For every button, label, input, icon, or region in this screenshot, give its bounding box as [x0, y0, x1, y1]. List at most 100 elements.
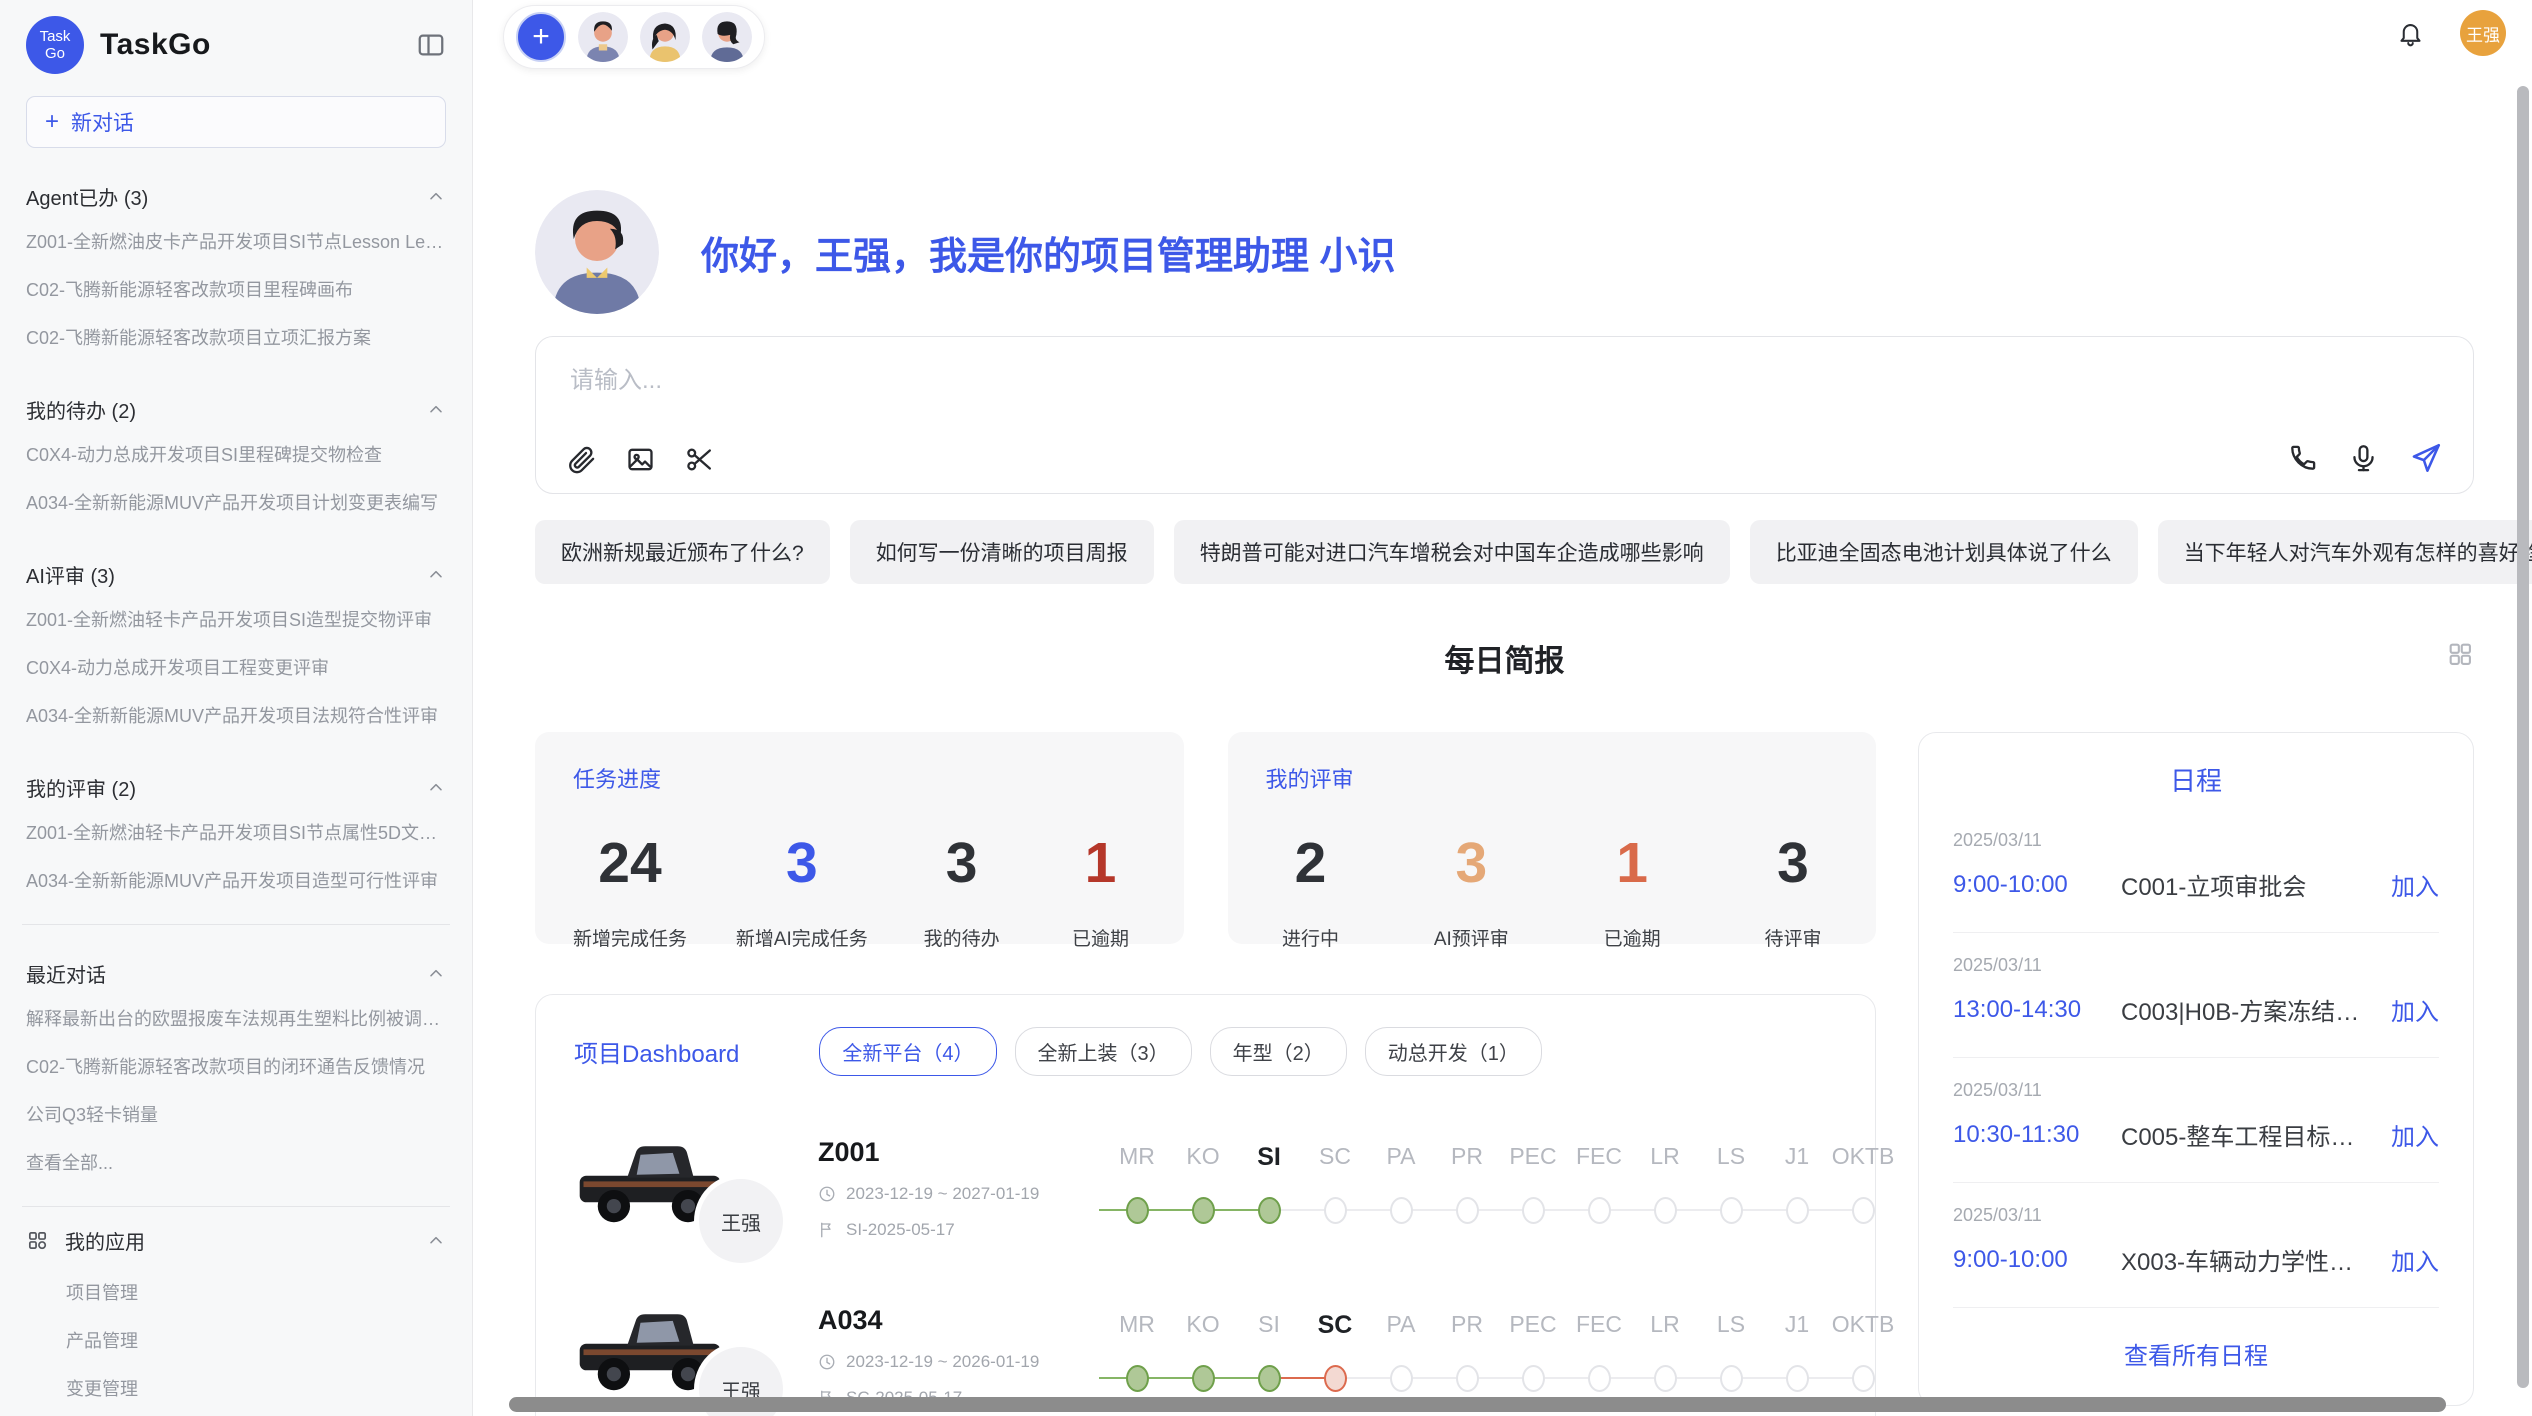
view-all-apps-link[interactable]: 查看全部... — [26, 1412, 446, 1416]
filter-tab[interactable]: 年型（2） — [1210, 1027, 1347, 1076]
section-my-todo[interactable]: 我的待办 (2) — [26, 395, 446, 424]
chat-item[interactable]: Z001-全新燃油轻卡产品开发项目SI造型提交物评审 — [26, 595, 446, 643]
suggestion-chip[interactable]: 比亚迪全固态电池计划具体说了什么 — [1750, 520, 2138, 584]
chat-item[interactable]: 公司Q3轻卡销量 — [26, 1090, 446, 1138]
chat-item[interactable]: A034-全新新能源MUV产品开发项目造型可行性评审 — [26, 856, 446, 904]
app-link-product-mgmt[interactable]: 产品管理 — [26, 1316, 446, 1364]
chevron-up-icon[interactable] — [426, 565, 446, 585]
chat-item[interactable]: A034-全新新能源MUV产品开发项目计划变更表编写 — [26, 478, 446, 526]
chat-item[interactable]: C0X4-动力总成开发项目工程变更评审 — [26, 643, 446, 691]
milestone-dot — [1390, 1365, 1413, 1392]
join-meeting-link[interactable]: 加入 — [2391, 1242, 2439, 1277]
stat-pending-review: 3 待评审 — [1748, 830, 1838, 951]
avatar[interactable] — [702, 12, 752, 62]
conversation-avatars-bar: + — [503, 5, 765, 69]
horizontal-scrollbar[interactable] — [509, 1397, 2446, 1412]
milestone-dot — [1522, 1365, 1545, 1392]
chat-item[interactable]: C02-飞腾新能源轻客改款项目立项汇报方案 — [26, 313, 446, 361]
image-icon[interactable] — [625, 444, 656, 475]
dashboard-filters: 全新平台（4） 全新上装（3） 年型（2） 动总开发（1） — [819, 1027, 1542, 1076]
project-owner-badge: 王强 — [694, 1174, 788, 1268]
phone-icon[interactable] — [2287, 443, 2318, 474]
schedule-card: 日程 2025/03/11 9:00-10:00 C001-立项审批会 加入 2… — [1918, 732, 2474, 1406]
section-my-review[interactable]: 我的评审 (2) — [26, 773, 446, 802]
milestone-dot — [1456, 1197, 1479, 1224]
stat-new-ai-done: 3 新增AI完成任务 — [736, 830, 868, 951]
join-meeting-link[interactable]: 加入 — [2391, 1117, 2439, 1152]
schedule-event-title: X003-车辆动力学性能验... — [2121, 1242, 2375, 1277]
milestone: LS — [1698, 1143, 1764, 1224]
chevron-up-icon[interactable] — [426, 1231, 446, 1251]
sidebar-collapse-icon[interactable] — [416, 30, 446, 60]
schedule-item: 2025/03/11 13:00-14:30 C003|H0B-方案冻结评审 加… — [1953, 933, 2439, 1058]
new-chat-label: 新对话 — [71, 107, 134, 137]
notification-bell-icon[interactable] — [2397, 20, 2424, 47]
schedule-event-title: C001-立项审批会 — [2121, 867, 2375, 902]
milestone-dot — [1192, 1365, 1215, 1392]
app-link-project-mgmt[interactable]: 项目管理 — [26, 1268, 446, 1316]
milestone: PR — [1434, 1143, 1500, 1224]
card-title: 我的评审 — [1266, 762, 1839, 794]
milestone-dot — [1852, 1365, 1875, 1392]
app-link-change-mgmt[interactable]: 变更管理 — [26, 1364, 446, 1412]
filter-tab[interactable]: 动总开发（1） — [1365, 1027, 1542, 1076]
chevron-up-icon[interactable] — [426, 400, 446, 420]
scissors-icon[interactable] — [684, 444, 715, 475]
chevron-up-icon[interactable] — [426, 778, 446, 798]
schedule-time: 9:00-10:00 — [1953, 871, 2121, 899]
suggestion-chip[interactable]: 如何写一份清晰的项目周报 — [850, 520, 1154, 584]
logo-line-2: Go — [45, 45, 65, 62]
chat-item[interactable]: Z001-全新燃油皮卡产品开发项目SI节点Lesson Learn报告 — [26, 217, 446, 265]
view-all-chats-link[interactable]: 查看全部... — [26, 1138, 446, 1186]
truck-photo: 王强 — [574, 1132, 726, 1244]
chat-item[interactable]: C02-飞腾新能源轻客改款项目里程碑画布 — [26, 265, 446, 313]
milestone: OKTB — [1830, 1311, 1896, 1392]
chat-item[interactable]: Z001-全新燃油轻卡产品开发项目SI节点属性5D文件评审 — [26, 808, 446, 856]
chat-item[interactable]: A034-全新新能源MUV产品开发项目法规符合性评审 — [26, 691, 446, 739]
chat-item[interactable]: C0X4-动力总成开发项目SI里程碑提交物检查 — [26, 430, 446, 478]
section-agent-done[interactable]: Agent已办 (3) — [26, 182, 446, 211]
chevron-up-icon[interactable] — [426, 187, 446, 207]
view-all-schedule-link[interactable]: 查看所有日程 — [1953, 1308, 2439, 1383]
new-chat-button[interactable]: + 新对话 — [26, 96, 446, 148]
sidebar-header: Task Go TaskGo — [26, 16, 446, 74]
project-next-milestone: SI-2025-05-17 — [818, 1220, 1086, 1240]
sidebar-item-my-apps[interactable]: 我的应用 — [26, 1213, 446, 1268]
milestone: LR — [1632, 1311, 1698, 1392]
join-meeting-link[interactable]: 加入 — [2391, 992, 2439, 1027]
milestone: KO — [1170, 1311, 1236, 1392]
suggestion-chip[interactable]: 特朗普可能对进口汽车增税会对中国车企造成哪些影响 — [1174, 520, 1730, 584]
chevron-up-icon[interactable] — [426, 964, 446, 984]
filter-tab[interactable]: 全新平台（4） — [819, 1027, 996, 1076]
section-recent-chats[interactable]: 最近对话 — [26, 959, 446, 988]
user-avatar[interactable]: 王强 — [2460, 10, 2506, 56]
vertical-scrollbar[interactable] — [2517, 86, 2529, 1388]
milestone-dot — [1588, 1197, 1611, 1224]
add-conversation-button[interactable]: + — [516, 12, 566, 62]
suggestion-chip[interactable]: 当下年轻人对汽车外观有怎样的喜好趋势 — [2158, 520, 2532, 584]
layout-grid-icon[interactable] — [2446, 640, 2474, 668]
divider — [22, 1206, 450, 1207]
chat-item[interactable]: C02-飞腾新能源轻客改款项目的闭环通告反馈情况 — [26, 1042, 446, 1090]
main-area: + 王强 你好，王强，我是你的项目管理助理 小识 — [473, 0, 2532, 1416]
project-dashboard-card: 项目Dashboard 全新平台（4） 全新上装（3） 年型（2） 动总开发（1… — [535, 994, 1876, 1416]
suggestion-chip[interactable]: 欧洲新规最近颁布了什么? — [535, 520, 830, 584]
paperclip-icon[interactable] — [566, 444, 597, 475]
filter-tab[interactable]: 全新上装（3） — [1015, 1027, 1192, 1076]
input-actions — [2287, 441, 2443, 475]
send-icon[interactable] — [2409, 441, 2443, 475]
milestone-dot — [1654, 1197, 1677, 1224]
milestone: PA — [1368, 1311, 1434, 1392]
chat-item[interactable]: 解释最新出台的欧盟报废车法规再生塑料比例被调至15%... — [26, 994, 446, 1042]
chat-input[interactable] — [570, 367, 1878, 395]
microphone-icon[interactable] — [2348, 443, 2379, 474]
section-ai-review[interactable]: AI评审 (3) — [26, 560, 446, 589]
project-row[interactable]: 王强 A034 2023-12-19 ~ 2026-01-19 — [574, 1300, 1837, 1412]
milestone: LS — [1698, 1311, 1764, 1392]
project-info: Z001 2023-12-19 ~ 2027-01-19 SI-2025-05-… — [818, 1137, 1086, 1240]
project-row[interactable]: 王强 Z001 2023-12-19 ~ 2027-01-19 — [574, 1132, 1837, 1244]
avatar[interactable] — [578, 12, 628, 62]
schedule-date: 2025/03/11 — [1953, 955, 2439, 976]
avatar[interactable] — [640, 12, 690, 62]
join-meeting-link[interactable]: 加入 — [2391, 867, 2439, 902]
